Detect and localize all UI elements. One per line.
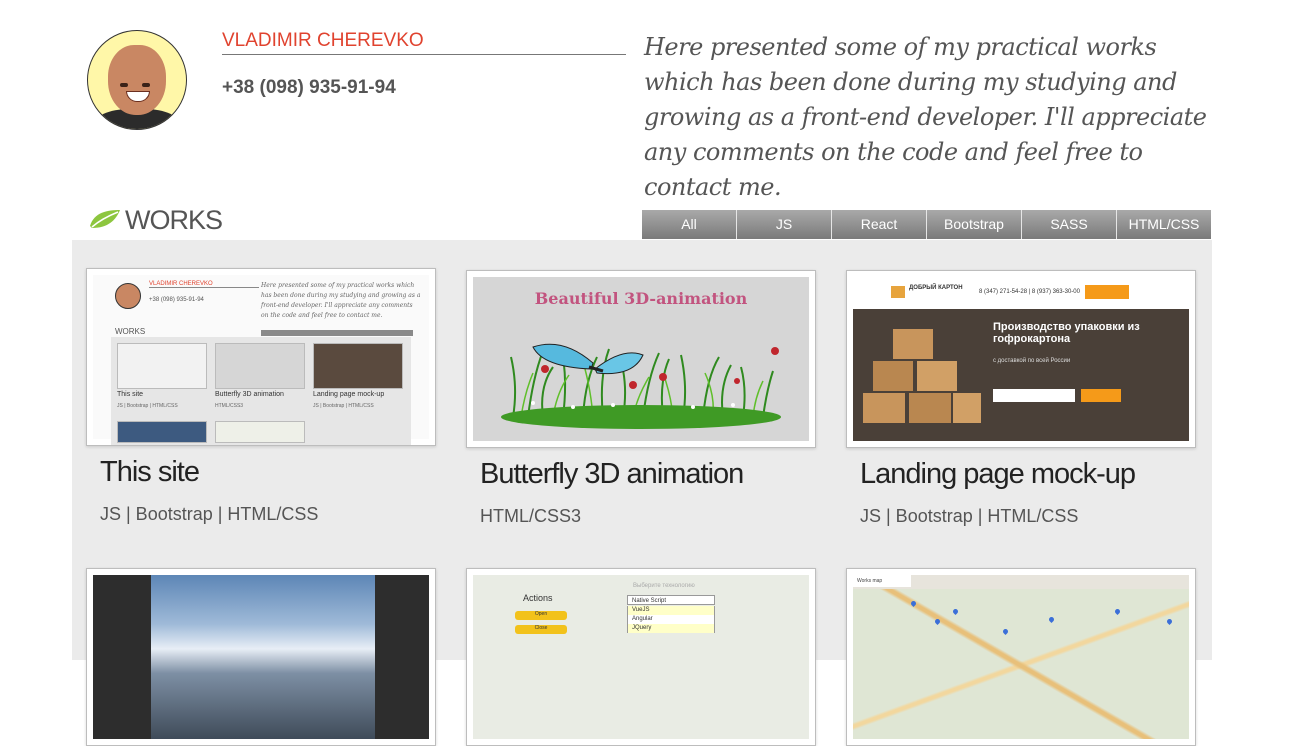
mountain-photo — [151, 575, 375, 739]
card-thumbnail-landing[interactable]: ДОБРЫЙ КАРТОН 8 (347) 271-54-28 | 8 (937… — [846, 270, 1196, 448]
select-option: VueJS — [627, 606, 715, 615]
card-thumbnail-butterfly[interactable]: Beautiful 3D-animation — [466, 270, 816, 448]
map-preview: Works map — [853, 575, 1189, 739]
preview-tabs — [261, 330, 413, 336]
card-title-butterfly[interactable]: Butterfly 3D animation — [480, 458, 744, 491]
site-preview: VLADIMIR CHEREVKO +38 (098) 935-91-94 He… — [93, 275, 429, 445]
preview-intro: Here presented some of my practical work… — [261, 282, 421, 319]
preview-works-title: WORKS — [115, 327, 146, 336]
map-pin-icon — [951, 607, 960, 616]
landing-preview: ДОБРЫЙ КАРТОН 8 (347) 271-54-28 | 8 (937… — [853, 277, 1189, 441]
butterfly-preview: Beautiful 3D-animation — [473, 277, 809, 441]
avatar-eye — [142, 83, 150, 87]
preview-name: VLADIMIR CHEREVKO — [149, 281, 259, 288]
avatar — [87, 30, 187, 130]
map-pin-icon — [1001, 627, 1010, 636]
card-title-this-site[interactable]: This site — [100, 456, 200, 489]
select-option: JQuery — [627, 624, 715, 633]
works-title: WORKS — [125, 205, 223, 235]
close-button: Close — [515, 625, 567, 634]
cardboard-boxes-illustration — [863, 329, 981, 423]
preview-card-tags: JS | Bootstrap | HTML/CSS — [117, 403, 178, 409]
profile-phone: +38 (098) 935-91-94 — [222, 77, 396, 98]
tab-js[interactable]: JS — [736, 210, 831, 239]
preview-panel: This site Butterfly 3D animation Landing… — [111, 337, 411, 445]
grass-butterfly-illustration — [501, 343, 781, 429]
card-thumbnail-mountains[interactable] — [86, 568, 436, 746]
preview-card — [117, 343, 207, 389]
preview-card-tags: JS | Bootstrap | HTML/CSS — [313, 403, 374, 409]
tab-bootstrap[interactable]: Bootstrap — [926, 210, 1021, 239]
preview-card — [313, 343, 403, 389]
map-tab: Works map — [853, 575, 911, 587]
tab-react[interactable]: React — [831, 210, 926, 239]
landing-input — [993, 389, 1075, 402]
landing-phones: 8 (347) 271-54-28 | 8 (937) 363-30-00 — [979, 289, 1080, 295]
leaf-icon — [90, 210, 120, 228]
card-tags-butterfly: HTML/CSS3 — [480, 506, 582, 526]
avatar-mouth — [126, 91, 150, 102]
card-tags-landing: JS | Bootstrap | HTML/CSS — [860, 506, 1079, 526]
landing-logo-text: ДОБРЫЙ КАРТОН — [909, 285, 963, 291]
works-panel: VLADIMIR CHEREVKO +38 (098) 935-91-94 He… — [72, 240, 1212, 746]
select-option: Angular — [627, 615, 715, 624]
landing-call-button — [1085, 285, 1129, 299]
map-pin-icon — [1165, 617, 1174, 626]
select-box: Native Script — [627, 595, 715, 605]
tab-html-css[interactable]: HTML/CSS — [1116, 210, 1211, 239]
profile-name: VLADIMIR CHEREVKO — [222, 30, 626, 55]
preview-avatar — [115, 283, 141, 309]
preview-card-tags: HTML/CSS3 — [215, 403, 244, 409]
preview-card — [215, 343, 305, 389]
tab-sass[interactable]: SASS — [1021, 210, 1116, 239]
card-tags-this-site: JS | Bootstrap | HTML/CSS — [100, 504, 319, 524]
card-title-landing[interactable]: Landing page mock-up — [860, 458, 1136, 491]
map-pin-icon — [933, 617, 942, 626]
mountains-preview — [93, 575, 429, 739]
map-area — [853, 589, 1189, 739]
landing-submit-button — [1081, 389, 1121, 402]
avatar-face — [108, 45, 166, 115]
map-pin-icon — [909, 599, 918, 608]
tab-all[interactable]: All — [642, 210, 736, 239]
preview-card-title: Landing page mock-up — [313, 391, 385, 398]
landing-hero-title: Производство упаковки из гофрокартона — [993, 321, 1140, 345]
preview-card-title: This site — [117, 391, 144, 398]
preview-card-title: Butterfly 3D animation — [215, 391, 284, 398]
landing-logo-icon — [891, 286, 905, 298]
avatar-eye — [120, 83, 128, 87]
card-thumbnail-select[interactable]: Actions Open Close Выберите технологию N… — [466, 568, 816, 746]
landing-hero-subtitle: с доставкой по всей России — [993, 358, 1071, 364]
card-thumbnail-map[interactable]: Works map — [846, 568, 1196, 746]
filter-tabs: All JS React Bootstrap SASS HTML/CSS — [642, 210, 1211, 239]
actions-label: Actions — [523, 593, 553, 603]
card-thumbnail-this-site[interactable]: VLADIMIR CHEREVKO +38 (098) 935-91-94 He… — [86, 268, 436, 446]
select-caption: Выберите технологию — [633, 583, 695, 589]
preview-card — [215, 421, 305, 443]
map-pin-icon — [1113, 607, 1122, 616]
profile-intro: Here presented some of my practical work… — [644, 33, 1207, 201]
preview-card — [117, 421, 207, 443]
preview-phone: +38 (098) 935-91-94 — [149, 297, 204, 303]
map-pin-icon — [1047, 615, 1056, 624]
select-preview: Actions Open Close Выберите технологию N… — [473, 575, 809, 739]
open-button: Open — [515, 611, 567, 620]
